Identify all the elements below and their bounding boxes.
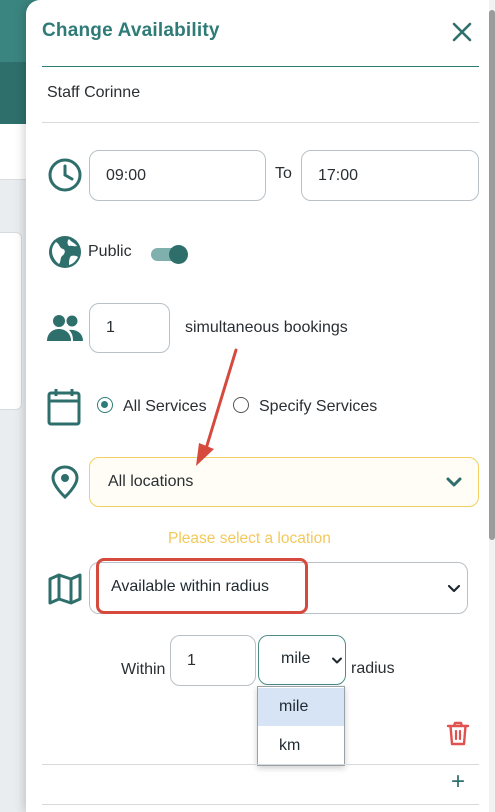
calendar-icon [47, 389, 81, 426]
unit-option-km[interactable]: km [258, 727, 344, 765]
map-icon [48, 573, 82, 605]
staff-divider [42, 122, 479, 123]
within-label: Within [121, 661, 166, 678]
all-services-radio[interactable] [97, 397, 113, 413]
radius-distance-input[interactable]: 1 [170, 635, 256, 686]
staff-name: Staff Corinne [47, 84, 141, 101]
radius-suffix-label: radius [351, 660, 395, 677]
to-label: To [275, 165, 292, 182]
specify-services-label: Specify Services [259, 398, 378, 415]
radius-unit-value: mile [281, 650, 311, 667]
end-time-input[interactable]: 17:00 [301, 150, 479, 201]
scrollbar-thumb[interactable] [489, 10, 495, 540]
panel-scrollbar[interactable] [489, 0, 495, 812]
arrow-annotation [196, 348, 238, 466]
background-card [0, 232, 22, 410]
close-icon [452, 22, 472, 42]
location-select[interactable]: All locations [89, 457, 479, 507]
footer-divider [42, 764, 479, 765]
globe-icon [49, 236, 81, 268]
title-divider [42, 66, 479, 67]
public-toggle[interactable] [151, 245, 189, 264]
map-pin-icon [51, 465, 79, 500]
public-label: Public [88, 243, 132, 260]
toggle-knob [169, 245, 188, 264]
people-icon [47, 315, 83, 341]
end-time-value: 17:00 [318, 166, 359, 184]
trash-icon[interactable] [446, 721, 470, 747]
chevron-down-icon [332, 657, 342, 664]
clock-icon [48, 158, 82, 192]
close-button[interactable] [448, 18, 476, 46]
chevron-down-icon [446, 477, 462, 487]
location-select-value: All locations [108, 473, 194, 490]
start-time-value: 09:00 [106, 166, 147, 184]
unit-option-mile[interactable]: mile [258, 688, 344, 726]
add-button[interactable]: + [451, 770, 465, 794]
simultaneous-bookings-label: simultaneous bookings [185, 319, 348, 336]
bookings-value: 1 [106, 319, 115, 336]
bottom-divider [42, 804, 479, 805]
simultaneous-bookings-input[interactable]: 1 [89, 303, 170, 353]
panel-title: Change Availability [42, 20, 220, 41]
location-warning: Please select a location [168, 530, 331, 547]
chevron-down-icon [447, 584, 461, 593]
start-time-input[interactable]: 09:00 [89, 150, 266, 201]
unit-dropdown-menu: mile km [257, 686, 345, 766]
radius-distance-value: 1 [187, 652, 196, 669]
annotation-highlight-box [96, 558, 308, 614]
